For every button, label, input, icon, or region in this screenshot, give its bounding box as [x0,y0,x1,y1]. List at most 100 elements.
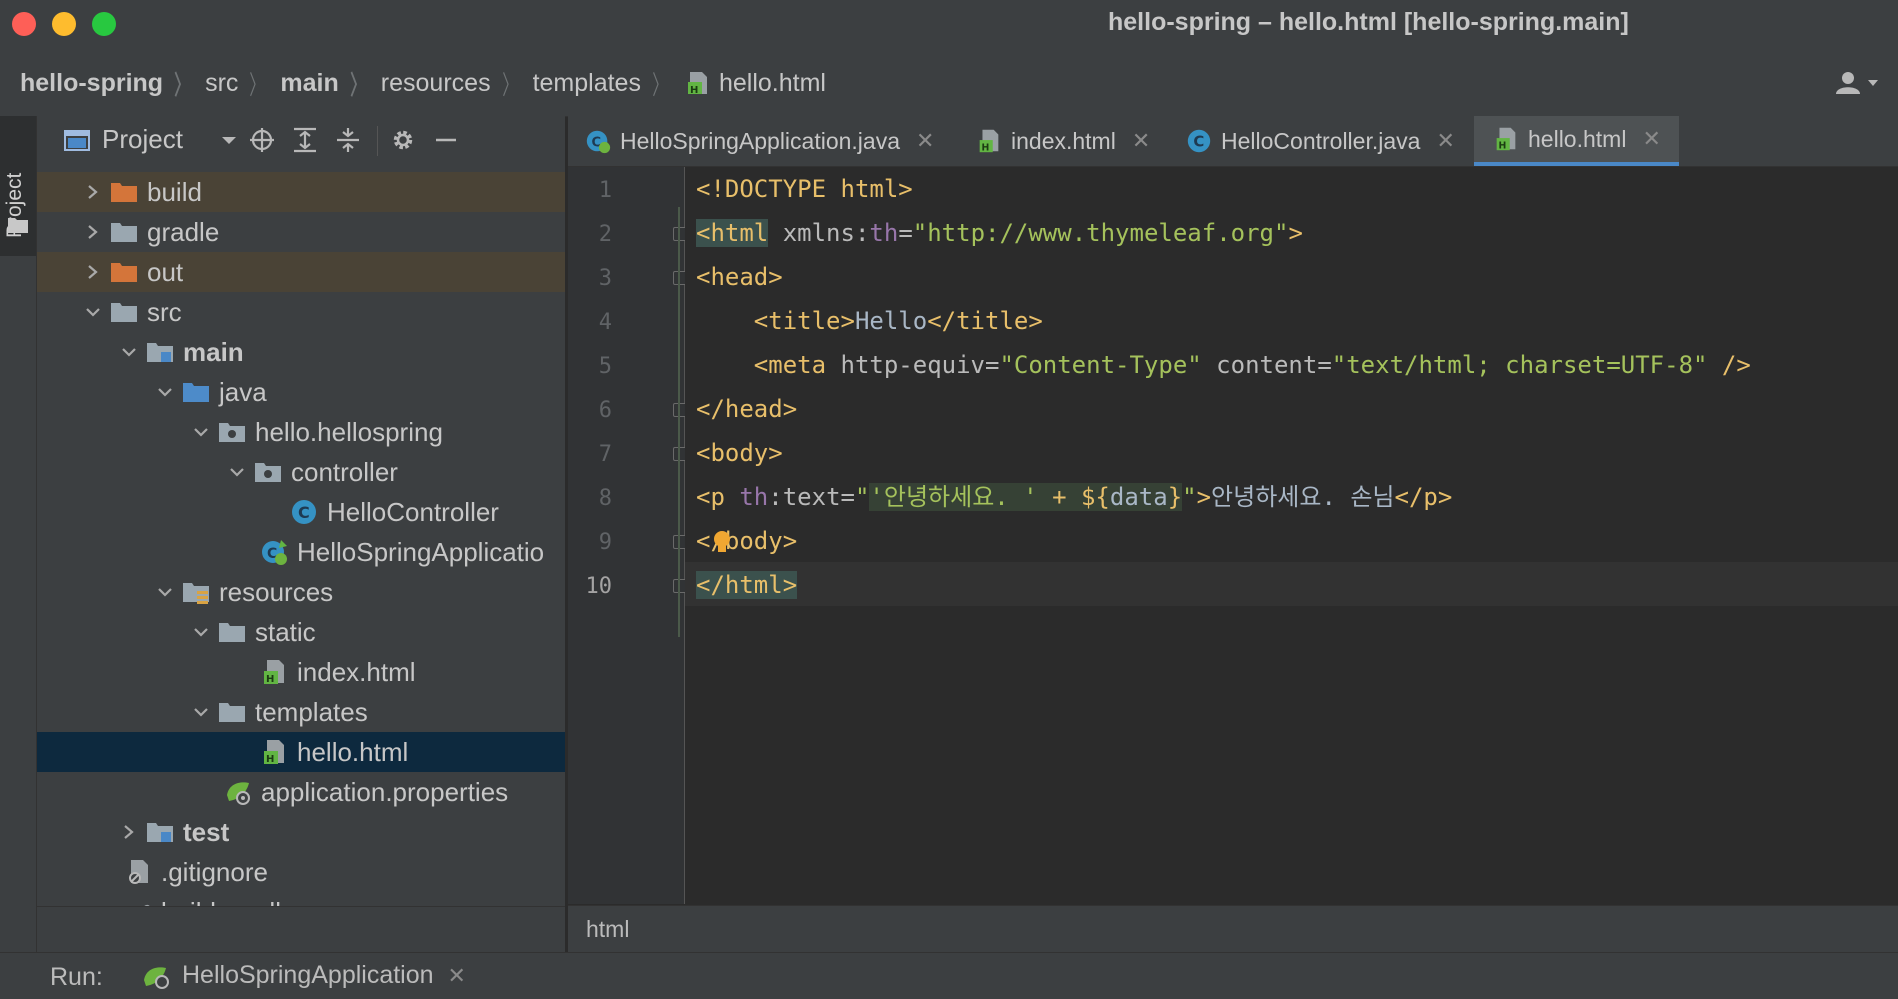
locate-file-icon[interactable] [248,126,276,154]
chevron-right-icon[interactable] [119,812,139,852]
gitignore-file-icon [129,860,148,884]
chevron-down-icon[interactable] [155,572,175,612]
collapse-all-icon[interactable] [334,126,362,154]
close-icon[interactable]: ✕ [1132,128,1150,154]
breadcrumb-item[interactable]: src 〉 [205,65,280,102]
hide-panel-icon[interactable] [432,126,460,154]
tree-item-out[interactable]: out [37,252,565,292]
code-line[interactable]: </html> [696,563,798,607]
tree-item-build[interactable]: build [37,172,565,212]
chevron-down-icon[interactable] [155,372,175,412]
tree-item-gitignore[interactable]: .gitignore [37,852,565,892]
expand-all-icon[interactable] [291,126,319,154]
close-icon[interactable]: ✕ [448,963,466,989]
tab-hellospringapplication-java[interactable]: C HelloSpringApplication.java ✕ [584,116,934,166]
line-number: 8 [598,486,612,511]
folder-icon [219,703,245,722]
tree-item-gradle[interactable]: gradle [37,212,565,252]
breadcrumb-item[interactable]: hello-spring 〉 [20,65,205,102]
svg-text:C: C [1193,133,1204,151]
code-token: <html [696,219,769,247]
chevron-right-icon: 〉 [249,69,266,100]
tab-hello-html[interactable]: H hello.html ✕ [1474,116,1679,166]
tree-item-test[interactable]: test [37,812,565,852]
tree-item-static[interactable]: static [37,612,565,652]
tree-item-controller[interactable]: controller [37,452,565,492]
breadcrumb-item[interactable]: main 〉 [280,65,380,102]
tree-clip [37,906,565,952]
code-line[interactable]: <html xmlns:th="http://www.thymeleaf.org… [696,211,1303,255]
close-icon[interactable]: ✕ [1436,128,1454,154]
line-number: 3 [598,266,612,291]
line-number: 2 [598,222,612,247]
element-path[interactable]: html [586,916,629,943]
code-token: :text= [768,483,855,511]
tree-item-hello-html[interactable]: H hello.html [37,732,565,772]
maximize-window-button[interactable] [92,12,116,36]
code-line[interactable]: <!DOCTYPE html> [696,167,913,211]
chevron-down-icon[interactable] [227,452,247,492]
breadcrumb-item[interactable]: templates 〉 [533,65,683,102]
tree-item-application-properties[interactable]: application.properties [37,772,565,812]
code-line[interactable]: <body> [696,431,783,475]
code-token: </head> [696,395,798,423]
run-config-tab[interactable]: HelloSpringApplication ✕ [142,961,466,990]
chevron-down-icon[interactable] [191,412,211,452]
tree-item-src[interactable]: src [37,292,565,332]
code-token: "http://www.thymeleaf.org" [912,219,1289,247]
breadcrumb-item[interactable]: resources 〉 [381,65,533,102]
breadcrumb-item[interactable]: H hello.html [683,68,826,98]
chevron-down-icon[interactable] [191,612,211,652]
close-icon[interactable]: ✕ [1642,126,1660,152]
close-window-button[interactable] [12,12,36,36]
project-panel-header: Project [37,116,565,164]
code-token: " [854,483,870,511]
chevron-down-icon[interactable] [191,692,211,732]
code-editor[interactable] [685,167,1898,904]
code-line[interactable]: <p th:text="'안녕하세요. ' + ${data}">안녕하세요. … [696,475,1452,519]
code-line[interactable]: <meta http-equiv="Content-Type" content=… [696,343,1751,387]
minimize-window-button[interactable] [52,12,76,36]
run-tool-window-bar: Run: HelloSpringApplication ✕ [0,952,1898,999]
code-token: Hello [854,307,928,335]
html-file-icon: H [1496,127,1516,151]
tree-item-hellospringapplication[interactable]: C HelloSpringApplicatio [37,532,565,572]
tree-item-templates[interactable]: templates [37,692,565,732]
svg-text:H: H [690,85,698,96]
chevron-down-icon[interactable] [119,332,139,372]
code-line[interactable]: <head> [696,255,783,299]
code-token: } [1167,483,1183,511]
tree-item-index-html[interactable]: H index.html [37,652,565,692]
tab-hellocontroller-java[interactable]: C HelloController.java ✕ [1185,116,1455,166]
code-token: <p [696,483,725,511]
html-file-icon: H [687,72,707,96]
tree-item-hellocontroller[interactable]: C HelloController [37,492,565,532]
code-token: <title> [753,307,855,335]
tree-item-resources[interactable]: resources [37,572,565,612]
gear-icon[interactable] [389,126,417,154]
editor-gutter[interactable]: 1 2 3 4 5 6 7 8 9 10 [568,167,687,904]
chevron-down-icon[interactable] [83,292,103,332]
dropdown-arrow-icon[interactable] [215,126,243,154]
tree-item-main[interactable]: main [37,332,565,372]
tab-index-html[interactable]: H index.html ✕ [975,116,1150,166]
chevron-right-icon[interactable] [83,212,103,252]
chevron-right-icon[interactable] [83,172,103,212]
navigation-bar: hello-spring 〉 src 〉 main 〉 resources 〉 temp… [0,46,1898,117]
project-tool-window-tab[interactable]: Project [0,116,36,256]
tree-item-hello-hellospring[interactable]: hello.hellospring [37,412,565,452]
package-icon [219,423,245,442]
code-token: <head> [696,263,783,291]
project-view-title[interactable]: Project [102,124,183,155]
folder-icon [8,218,28,233]
code-line[interactable]: <title>Hello</title> [696,299,1043,343]
tree-item-java[interactable]: java [37,372,565,412]
code-line[interactable]: </head> [696,387,797,431]
chevron-right-icon: 〉 [349,69,366,100]
user-account-icon[interactable] [1832,70,1882,96]
project-view-icon [64,130,90,151]
lightbulb-icon[interactable] [712,530,732,556]
close-icon[interactable]: ✕ [916,128,934,154]
project-panel: Project build gradle out src main java h… [37,116,565,952]
chevron-right-icon[interactable] [83,252,103,292]
